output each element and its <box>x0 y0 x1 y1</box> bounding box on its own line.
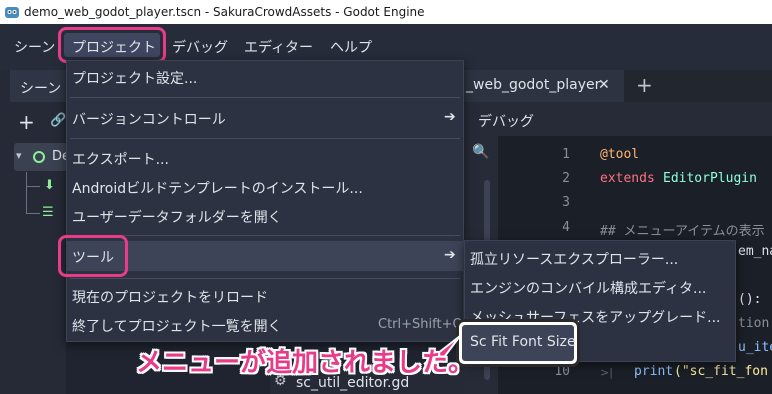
submenu-item-engine-build-config[interactable]: エンジンのコンバイル構成エディタ... <box>470 278 706 298</box>
submenu-item-orphan-explorer[interactable]: 孤立リソースエクスプローラー... <box>470 249 678 269</box>
code-line: em_na <box>738 244 772 259</box>
submenu-item-sc-fit-font-size[interactable]: Sc Fit Font Size <box>470 334 576 350</box>
code-line: @tool <box>600 147 640 162</box>
search-icon[interactable]: 🔍 <box>472 144 489 160</box>
scene-dock-tab[interactable]: シーン <box>10 70 70 102</box>
expand-arrow-icon[interactable]: ▾ <box>16 149 22 162</box>
menu-separator <box>70 235 460 236</box>
download-node-icon: ⬇ <box>44 178 55 193</box>
code-line: (): <box>738 292 762 307</box>
tab-active-scene[interactable]: _web_godot_player ✕ <box>462 70 624 102</box>
tree-line <box>26 186 40 187</box>
tree-line <box>26 172 27 214</box>
window-title: demo_web_godot_player.tscn - SakuraCrowd… <box>24 5 425 19</box>
menu-item-android-template[interactable]: Androidビルドテンプレートのインストール... <box>72 178 363 198</box>
code-comment: ## メニューアイテムの表示 <box>600 224 765 239</box>
code-function: print <box>634 364 674 379</box>
code-keyword: extends <box>600 171 655 186</box>
tree-line <box>26 213 40 214</box>
code-line: tion <box>738 316 770 331</box>
debug-menu[interactable]: デバッグ <box>478 111 534 131</box>
project-menu-highlight <box>58 27 166 63</box>
scene-tab-label: シーン <box>20 81 62 97</box>
line-number: 4 <box>562 220 570 235</box>
add-node-icon[interactable]: + <box>18 110 35 134</box>
code-line: u_ite <box>738 340 772 355</box>
code-string: ("sc_fit_fon <box>674 364 768 379</box>
callout-text: メニューが追加されました。 <box>136 348 475 378</box>
submenu-arrow-icon: ➔ <box>444 109 456 125</box>
code-type: EditorPlugin <box>663 171 757 186</box>
menu-separator <box>70 138 460 139</box>
window-title-bar: demo_web_godot_player.tscn - SakuraCrowd… <box>0 0 772 24</box>
menu-help[interactable]: ヘルプ <box>330 37 372 57</box>
menu-item-export[interactable]: エクスポート... <box>72 149 169 169</box>
list-node-icon: ☰ <box>42 205 54 220</box>
menu-scene[interactable]: シーン <box>14 37 55 57</box>
node-circle-icon <box>33 151 45 163</box>
add-tab-icon[interactable]: + <box>636 73 653 97</box>
line-number: 2 <box>562 171 570 186</box>
tools-highlight <box>58 235 128 277</box>
menu-item-project-settings[interactable]: プロジェクト設定... <box>72 68 197 88</box>
line-number: 3 <box>562 195 570 210</box>
link-icon[interactable]: 🔗 <box>50 113 66 128</box>
close-icon[interactable]: ✕ <box>598 77 610 93</box>
tab-label: _web_godot_player <box>466 77 601 93</box>
godot-logo-icon <box>5 7 19 18</box>
menu-item-quit-to-project-list[interactable]: 終了してプロジェクト一覧を開く <box>72 316 282 336</box>
root-node-row[interactable]: ▾ De <box>14 143 70 171</box>
menu-debug[interactable]: デバッグ <box>172 37 228 57</box>
script-toolbar: デバッグ <box>462 102 772 136</box>
menu-separator <box>70 97 460 98</box>
menu-item-reload-project[interactable]: 現在のプロジェクトをリロード <box>72 287 268 307</box>
menu-item-version-control[interactable]: バージョンコントロール <box>72 109 226 129</box>
menu-editor[interactable]: エディター <box>244 37 313 57</box>
indent-marker-icon: >| <box>600 366 613 379</box>
menu-separator <box>70 278 460 279</box>
submenu-arrow-icon: ➔ <box>444 247 456 263</box>
line-number: 1 <box>562 147 570 162</box>
menu-item-open-user-data[interactable]: ユーザーデータフォルダーを開く <box>72 207 282 227</box>
